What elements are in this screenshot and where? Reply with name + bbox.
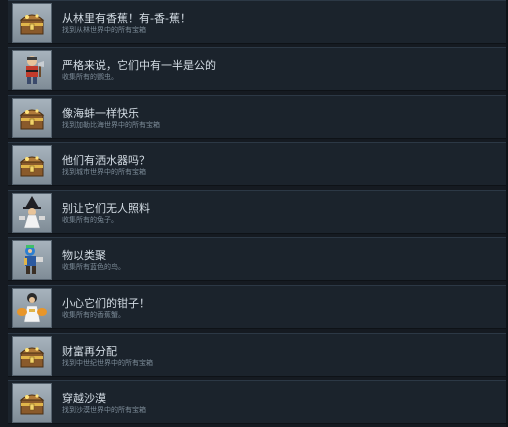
achievement-description: 收集所有的香蕉蟹。: [62, 311, 125, 319]
achievement-description: 找到沙漠世界中的所有宝箱: [62, 406, 146, 414]
achievement-title: 穿越沙漠: [62, 392, 106, 405]
treasure-chest-icon: [12, 145, 52, 185]
achievement-description: 找到加勒比海世界中的所有宝箱: [62, 121, 160, 129]
achievement-row[interactable]: 别让它们无人照料 收集所有的兔子。: [8, 190, 508, 234]
achievement-description: 找到中世纪世界中的所有宝箱: [62, 359, 153, 367]
achievement-list: 从林里有香蕉！有-香-蕉！ 找到从林世界中的所有宝箱 严格来说，它们中有一半是公…: [0, 0, 508, 427]
achievement-description: 收集所有蓝色的鸟。: [62, 263, 125, 271]
achievement-description: 找到城市世界中的所有宝箱: [62, 168, 146, 176]
achievement-row[interactable]: 财富再分配 找到中世纪世界中的所有宝箱: [8, 333, 508, 377]
treasure-chest-icon: [12, 383, 52, 423]
crab-figure-icon: [12, 288, 52, 328]
achievement-title: 别让它们无人照料: [62, 202, 150, 215]
achievement-title: 小心它们的钳子！: [62, 297, 150, 310]
treasure-chest-icon: [12, 336, 52, 376]
witch-figure-icon: [12, 193, 52, 233]
blue-bird-icon: [12, 240, 52, 280]
treasure-chest-icon: [12, 98, 52, 138]
achievement-title: 财富再分配: [62, 345, 117, 358]
achievement-row[interactable]: 从林里有香蕉！有-香-蕉！ 找到从林世界中的所有宝箱: [8, 0, 508, 44]
achievement-row[interactable]: 像海蚌一样快乐 找到加勒比海世界中的所有宝箱: [8, 95, 508, 139]
achievement-row[interactable]: 穿越沙漠 找到沙漠世界中的所有宝箱: [8, 380, 508, 424]
treasure-chest-icon: [12, 3, 52, 43]
achievement-title: 物以类聚: [62, 249, 106, 262]
achievement-title: 他们有洒水器吗？: [62, 154, 150, 167]
achievement-row[interactable]: 他们有洒水器吗？ 找到城市世界中的所有宝箱: [8, 142, 508, 186]
achievement-title: 从林里有香蕉！有-香-蕉！: [62, 12, 191, 25]
achievement-description: 找到从林世界中的所有宝箱: [62, 26, 146, 34]
achievement-description: 收集所有的鹦虫。: [62, 73, 118, 81]
achievement-title: 像海蚌一样快乐: [62, 107, 139, 120]
achievement-row[interactable]: 物以类聚 收集所有蓝色的鸟。: [8, 237, 508, 281]
achievement-row[interactable]: 严格来说，它们中有一半是公的 收集所有的鹦虫。: [8, 47, 508, 91]
achievement-row[interactable]: 小心它们的钳子！ 收集所有的香蕉蟹。: [8, 285, 508, 329]
lumberjack-icon: [12, 50, 52, 90]
achievement-description: 收集所有的兔子。: [62, 216, 118, 224]
achievement-title: 严格来说，它们中有一半是公的: [62, 59, 216, 72]
